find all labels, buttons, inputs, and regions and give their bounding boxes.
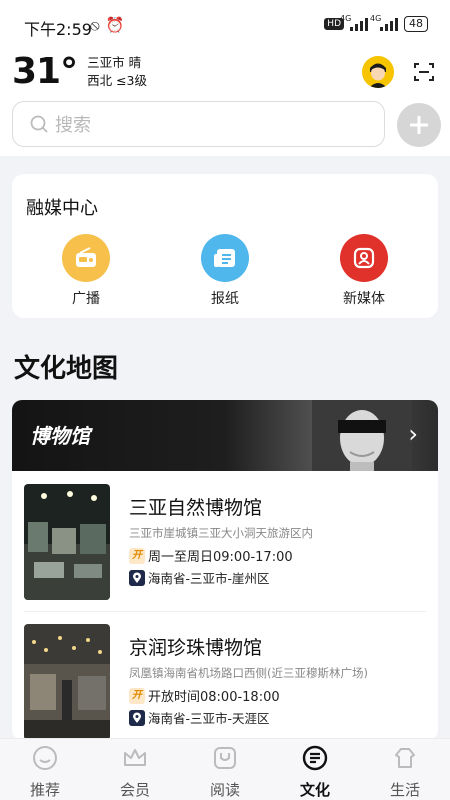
radio-icon [62, 234, 110, 282]
tab-label: 文化 [299, 781, 330, 799]
divider [24, 611, 426, 612]
notification-off-icon: ⦸ [90, 16, 100, 34]
recommend-icon [33, 746, 57, 770]
signal-icon: 4G [340, 14, 368, 31]
temperature: 31° [12, 51, 78, 92]
tab-recommend[interactable]: 推荐 [0, 739, 90, 800]
museum-name: 京润珍珠博物馆 [129, 637, 263, 659]
statue-image [312, 400, 412, 471]
status-bar: 下午2:59 ⦸ ⏰ HD 4G 4G 48 [0, 0, 450, 50]
culture-icon [302, 745, 328, 771]
media-item-new-media[interactable]: 新媒体 [324, 234, 404, 308]
status-time: 下午2:59 [24, 20, 92, 39]
tab-culture[interactable]: 文化 [270, 739, 360, 800]
tab-label: 生活 [389, 781, 420, 799]
museum-address: 凤凰镇海南省机场路口西侧(近三亚穆斯林广场) [129, 666, 368, 680]
museum-photo [24, 624, 110, 740]
chevron-right-icon: › [408, 420, 418, 448]
crown-icon [124, 749, 146, 766]
museum-hours: 周一至周日09:00-17:00 [148, 550, 293, 565]
location-pin-icon [129, 569, 145, 586]
open-hours-icon: 开 [129, 687, 145, 704]
new-media-icon [340, 234, 388, 282]
tab-label: 会员 [119, 781, 150, 799]
museum-item[interactable]: 京润珍珠博物馆 凤凰镇海南省机场路口西侧(近三亚穆斯林广场) 开 开放时间08:… [12, 624, 438, 740]
open-hours-icon: 开 [129, 547, 145, 564]
tab-read[interactable]: 阅读 [180, 739, 270, 800]
museum-banner[interactable]: 博物馆 › [12, 400, 438, 471]
read-icon [214, 747, 236, 769]
section-title-culture-map: 文化地图 [14, 354, 119, 384]
alarm-icon: ⏰ [105, 16, 125, 34]
media-label-radio: 广播 [72, 291, 100, 307]
media-item-newspaper[interactable]: 报纸 [185, 234, 265, 308]
museum-card: 博物馆 › 三亚自然博物馆 三亚市崖城镇三亚大小洞天旅游区内 开 周一至周日09… [12, 400, 438, 740]
user-avatar-icon [362, 56, 394, 88]
museum-address: 三亚市崖城镇三亚大小洞天旅游区内 [129, 526, 313, 540]
battery-icon: 48 [404, 16, 428, 32]
museum-hours: 开放时间08:00-18:00 [148, 690, 280, 705]
museum-name: 三亚自然博物馆 [129, 497, 263, 519]
media-label-newspaper: 报纸 [211, 291, 239, 307]
search-input[interactable]: 搜索 [12, 101, 385, 147]
media-center-title: 融媒中心 [26, 198, 98, 219]
life-icon [395, 748, 415, 768]
header-area: 下午2:59 ⦸ ⏰ HD 4G 4G 48 31° 三亚市 晴 西北 ≤3级 [0, 0, 450, 156]
media-label-new-media: 新媒体 [343, 291, 385, 307]
location-pin-icon [129, 709, 145, 726]
bottom-tab-bar: 推荐 会员 阅读 文化 生活 [0, 738, 450, 800]
media-item-radio[interactable]: 广播 [46, 234, 126, 308]
scan-icon[interactable] [412, 60, 436, 84]
museum-region: 海南省-三亚市-天涯区 [148, 711, 270, 726]
add-button[interactable] [397, 103, 441, 147]
search-icon [30, 115, 48, 133]
signal-icon: 4G [370, 14, 398, 31]
tab-label: 推荐 [29, 781, 60, 799]
weather-widget[interactable]: 31° 三亚市 晴 西北 ≤3级 [12, 50, 147, 94]
city-weather: 三亚市 晴 [87, 55, 142, 70]
museum-item[interactable]: 三亚自然博物馆 三亚市崖城镇三亚大小洞天旅游区内 开 周一至周日09:00-17… [12, 484, 438, 620]
avatar[interactable] [362, 56, 394, 88]
wind-info: 西北 ≤3级 [87, 73, 148, 88]
museum-photo [24, 484, 110, 600]
plus-icon [410, 116, 428, 134]
tab-member[interactable]: 会员 [90, 739, 180, 800]
media-center-card: 融媒中心 广播 报纸 新媒体 [12, 174, 438, 318]
tab-life[interactable]: 生活 [360, 739, 450, 800]
banner-title: 博物馆 [30, 424, 90, 448]
tab-label: 阅读 [209, 781, 240, 799]
museum-region: 海南省-三亚市-崖州区 [148, 571, 270, 586]
newspaper-icon [201, 234, 249, 282]
search-placeholder: 搜索 [55, 115, 91, 136]
